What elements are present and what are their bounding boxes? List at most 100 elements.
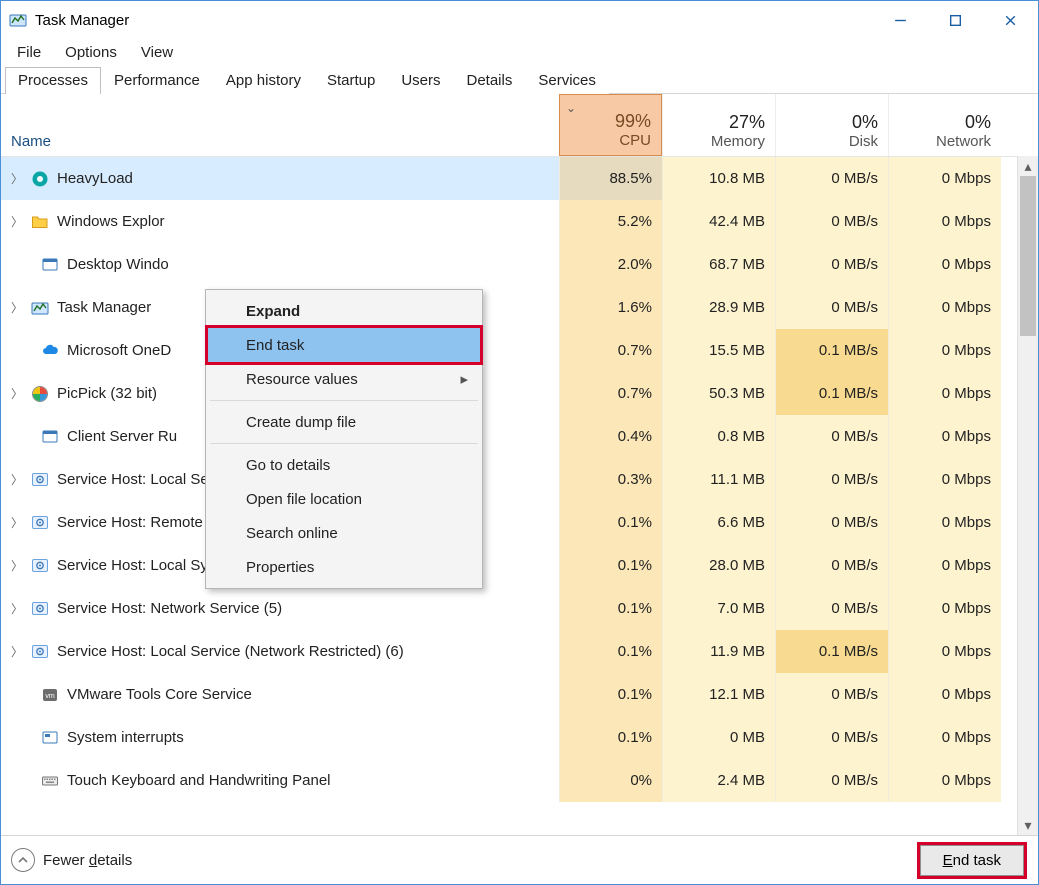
cell-cpu: 0.1%	[559, 630, 662, 673]
context-menu-resource-values[interactable]: Resource values▸	[208, 362, 480, 396]
cell-disk: 0.1 MB/s	[775, 329, 888, 372]
maximize-button[interactable]	[928, 1, 983, 39]
expand-chevron-icon[interactable]: 〉	[11, 643, 23, 660]
app-icon	[9, 11, 27, 29]
expand-chevron-icon[interactable]: 〉	[11, 600, 23, 617]
context-menu-open-file-location[interactable]: Open file location	[208, 482, 480, 516]
table-row[interactable]: Desktop Windo2.0%68.7 MB0 MB/s0 Mbps	[1, 243, 1038, 286]
col-header-disk[interactable]: 0% Disk	[775, 94, 888, 156]
process-icon	[41, 772, 59, 790]
tab-details[interactable]: Details	[454, 67, 526, 94]
process-icon: vm	[41, 686, 59, 704]
cell-memory: 0 MB	[662, 716, 775, 759]
table-row[interactable]: 〉Service Host: Local Service (No Network…	[1, 458, 1038, 501]
table-row[interactable]: 〉Service Host: Network Service (5)0.1%7.…	[1, 587, 1038, 630]
col-header-name[interactable]: Name	[1, 94, 559, 156]
cell-cpu: 0.1%	[559, 587, 662, 630]
menu-options[interactable]: Options	[55, 41, 127, 64]
menu-file[interactable]: File	[7, 41, 51, 64]
cell-cpu: 0.1%	[559, 544, 662, 587]
table-row[interactable]: 〉Windows Explor5.2%42.4 MB0 MB/s0 Mbps	[1, 200, 1038, 243]
cell-cpu: 0.1%	[559, 501, 662, 544]
table-row[interactable]: 〉Service Host: Local Service (Network Re…	[1, 630, 1038, 673]
expand-chevron-icon[interactable]: 〉	[11, 299, 23, 316]
menu-separator	[210, 400, 478, 401]
table-row[interactable]: Touch Keyboard and Handwriting Panel0%2.…	[1, 759, 1038, 802]
context-menu-search-online[interactable]: Search online	[208, 516, 480, 550]
table-row[interactable]: vmVMware Tools Core Service0.1%12.1 MB0 …	[1, 673, 1038, 716]
expand-chevron-icon[interactable]: 〉	[11, 557, 23, 574]
cell-network: 0 Mbps	[888, 157, 1001, 200]
footer-bar: Fewer details End task	[1, 835, 1038, 884]
tab-processes[interactable]: Processes	[5, 67, 101, 94]
context-menu-end-task[interactable]: End task	[208, 328, 480, 362]
process-icon	[41, 729, 59, 747]
cell-memory: 7.0 MB	[662, 587, 775, 630]
process-name-label: System interrupts	[67, 729, 184, 746]
menu-view[interactable]: View	[131, 41, 183, 64]
scroll-thumb[interactable]	[1020, 176, 1036, 336]
cell-network: 0 Mbps	[888, 329, 1001, 372]
cell-cpu: 0.3%	[559, 458, 662, 501]
tab-app-history[interactable]: App history	[213, 67, 314, 94]
cell-memory: 50.3 MB	[662, 372, 775, 415]
cell-memory: 11.1 MB	[662, 458, 775, 501]
window-title: Task Manager	[35, 12, 129, 29]
expand-chevron-icon[interactable]: 〉	[11, 385, 23, 402]
expand-chevron-icon[interactable]: 〉	[11, 471, 23, 488]
scroll-track[interactable]	[1018, 176, 1038, 815]
cell-cpu: 0.1%	[559, 673, 662, 716]
table-row[interactable]: 〉Task Manager1.6%28.9 MB0 MB/s0 Mbps	[1, 286, 1038, 329]
process-name-label: Microsoft OneD	[67, 342, 171, 359]
scroll-up-icon[interactable]: ▴	[1018, 156, 1038, 176]
process-name-label: Touch Keyboard and Handwriting Panel	[67, 772, 331, 789]
process-icon	[31, 213, 49, 231]
context-menu-go-to-details[interactable]: Go to details	[208, 448, 480, 482]
cell-memory: 28.0 MB	[662, 544, 775, 587]
table-row[interactable]: Client Server Ru0.4%0.8 MB0 MB/s0 Mbps	[1, 415, 1038, 458]
process-icon	[41, 342, 59, 360]
sort-indicator-icon: ⌄	[566, 101, 576, 115]
tab-startup[interactable]: Startup	[314, 67, 388, 94]
cell-disk: 0 MB/s	[775, 243, 888, 286]
tab-services[interactable]: Services	[525, 67, 609, 94]
cell-memory: 0.8 MB	[662, 415, 775, 458]
tab-strip: ProcessesPerformanceApp historyStartupUs…	[1, 66, 1038, 94]
col-header-memory[interactable]: 27% Memory	[662, 94, 775, 156]
table-row[interactable]: 〉Service Host: Remote Procedure Call (2)…	[1, 501, 1038, 544]
table-row[interactable]: Microsoft OneD0.7%15.5 MB0.1 MB/s0 Mbps	[1, 329, 1038, 372]
table-body: 〉HeavyLoad88.5%10.8 MB0 MB/s0 Mbps〉Windo…	[1, 157, 1038, 835]
table-row[interactable]: System interrupts0.1%0 MB0 MB/s0 Mbps	[1, 716, 1038, 759]
col-header-cpu[interactable]: ⌄ 99% CPU	[559, 94, 662, 156]
context-menu-expand[interactable]: Expand	[208, 294, 480, 328]
end-task-button[interactable]: End task	[920, 845, 1024, 876]
tab-performance[interactable]: Performance	[101, 67, 213, 94]
scroll-down-icon[interactable]: ▾	[1018, 815, 1038, 835]
chevron-up-circle-icon	[11, 848, 35, 872]
cell-network: 0 Mbps	[888, 286, 1001, 329]
expand-chevron-icon[interactable]: 〉	[11, 514, 23, 531]
table-row[interactable]: 〉HeavyLoad88.5%10.8 MB0 MB/s0 Mbps	[1, 157, 1038, 200]
tab-users[interactable]: Users	[388, 67, 453, 94]
process-icon	[31, 471, 49, 489]
cell-process-name: 〉Service Host: Network Service (5)	[1, 587, 559, 630]
minimize-button[interactable]	[873, 1, 928, 39]
cell-process-name: 〉HeavyLoad	[1, 157, 559, 200]
table-row[interactable]: 〉Service Host: Local System (18)0.1%28.0…	[1, 544, 1038, 587]
cell-process-name: 〉Windows Explor	[1, 200, 559, 243]
cell-cpu: 88.5%	[559, 157, 662, 200]
vertical-scrollbar[interactable]: ▴ ▾	[1017, 156, 1038, 835]
context-menu-create-dump-file[interactable]: Create dump file	[208, 405, 480, 439]
cell-network: 0 Mbps	[888, 544, 1001, 587]
context-menu-properties[interactable]: Properties	[208, 550, 480, 584]
expand-chevron-icon[interactable]: 〉	[11, 170, 23, 187]
close-button[interactable]	[983, 1, 1038, 39]
process-icon	[31, 170, 49, 188]
col-header-network[interactable]: 0% Network	[888, 94, 1001, 156]
fewer-details-button[interactable]: Fewer details	[11, 848, 132, 872]
cell-cpu: 0%	[559, 759, 662, 802]
table-row[interactable]: 〉PicPick (32 bit)0.7%50.3 MB0.1 MB/s0 Mb…	[1, 372, 1038, 415]
cell-disk: 0 MB/s	[775, 200, 888, 243]
cell-network: 0 Mbps	[888, 200, 1001, 243]
expand-chevron-icon[interactable]: 〉	[11, 213, 23, 230]
